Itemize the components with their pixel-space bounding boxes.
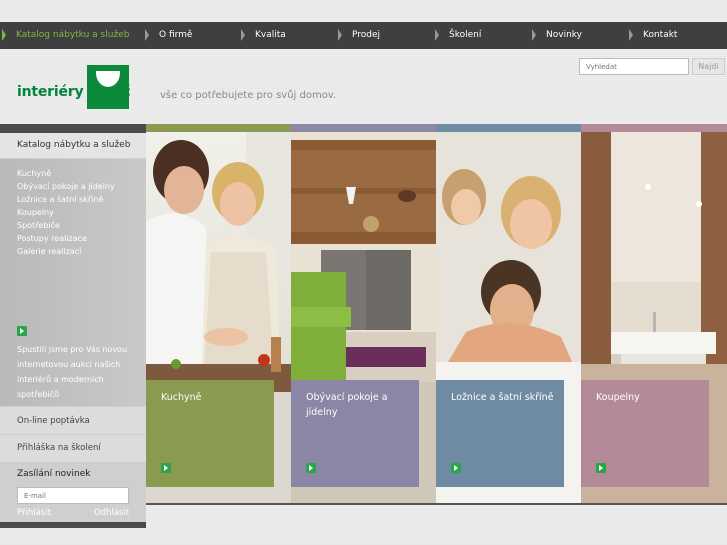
nav-label: Prodej	[352, 30, 381, 40]
nav-arrow-icon	[145, 29, 149, 41]
nav-label: O firmě	[159, 30, 193, 40]
training-signup-link[interactable]: Přihláška na školení	[0, 434, 146, 462]
arrow-right-icon[interactable]	[596, 463, 606, 473]
training-signup-label: Přihláška na školení	[17, 443, 101, 453]
sidebar-top-bar	[0, 124, 146, 133]
panel-bathroom[interactable]: Koupelny	[581, 124, 727, 504]
sidebar-link-bathrooms[interactable]: Koupelny	[17, 208, 54, 217]
sidebar-link-appliances[interactable]: Spotřebiče	[17, 221, 60, 230]
panel-color-strip	[581, 124, 727, 132]
logo-icon[interactable]	[87, 65, 129, 109]
panel-color-strip	[291, 124, 436, 132]
panel-caption-label: Koupelny	[596, 392, 640, 403]
arrow-right-icon[interactable]	[17, 326, 27, 336]
sidebar-heading-label: Katalog nábytku a služeb	[17, 140, 131, 150]
online-request-link[interactable]: On-line poptávka	[0, 406, 146, 434]
panel-bedroom[interactable]: Ložnice a šatní skříně	[436, 124, 581, 504]
nav-label: Katalog nábytku a služeb	[16, 30, 130, 40]
search-button[interactable]: Najdi	[692, 58, 725, 75]
sidebar-link-gallery[interactable]: Galerie realizací	[17, 247, 81, 256]
panel-caption-label: Ložnice a šatní skříně	[451, 392, 554, 403]
nav-arrow-icon	[2, 29, 6, 41]
nav-arrow-icon	[241, 29, 245, 41]
nav-arrow-icon	[532, 29, 536, 41]
nav-label: Školení	[449, 30, 482, 40]
panel-caption-label: Obývací pokoje a jídelny	[306, 392, 388, 418]
panel-caption[interactable]: Koupelny	[581, 380, 709, 487]
sidebar-bottom-bar	[0, 522, 146, 528]
arrow-right-icon[interactable]	[451, 463, 461, 473]
newsletter-title: Zasílání novinek	[17, 469, 91, 479]
nav-arrow-icon	[435, 29, 439, 41]
sidebar-link-procedures[interactable]: Postupy realizace	[17, 234, 87, 243]
panel-living-room[interactable]: Obývací pokoje a jídelny	[291, 124, 436, 504]
nav-arrow-icon	[629, 29, 633, 41]
unsubscribe-link[interactable]: Odhlásit	[94, 508, 129, 518]
sidebar-link-living-rooms[interactable]: Obývací pokoje a jídelny	[17, 182, 115, 191]
panel-kitchen[interactable]: Kuchyně	[146, 124, 291, 504]
nav-label: Novinky	[546, 30, 582, 40]
panel-color-strip	[146, 124, 291, 132]
subscribe-link[interactable]: Přihlásit	[17, 508, 51, 518]
online-request-label: On-line poptávka	[17, 416, 90, 426]
panel-caption[interactable]: Kuchyně	[146, 380, 274, 487]
email-field[interactable]	[17, 487, 129, 504]
newsletter-box: Zasílání novinek Přihlásit Odhlásit	[0, 462, 146, 524]
arrow-right-icon[interactable]	[161, 463, 171, 473]
search-input[interactable]	[579, 58, 689, 75]
panel-caption[interactable]: Obývací pokoje a jídelny	[291, 380, 419, 487]
arrow-right-icon[interactable]	[306, 463, 316, 473]
top-navigation: Katalog nábytku a služeb O firmě Kvalita…	[0, 22, 727, 49]
panel-caption[interactable]: Ložnice a šatní skříně	[436, 380, 564, 487]
footer-divider	[146, 503, 727, 505]
tagline: vše co potřebujete pro svůj domov.	[160, 90, 337, 101]
nav-label: Kvalita	[255, 30, 286, 40]
sidebar-heading: Katalog nábytku a služeb	[0, 133, 146, 159]
panel-color-strip	[436, 124, 581, 132]
sidebar-link-kitchens[interactable]: Kuchyně	[17, 169, 51, 178]
promo-text[interactable]: Spustili jsme pro Vás novou internetovou…	[17, 342, 143, 402]
nav-label: Kontakt	[643, 30, 678, 40]
sidebar-link-bedrooms[interactable]: Ložnice a šatní skříně	[17, 195, 103, 204]
nav-arrow-icon	[338, 29, 342, 41]
panel-caption-label: Kuchyně	[161, 392, 202, 403]
